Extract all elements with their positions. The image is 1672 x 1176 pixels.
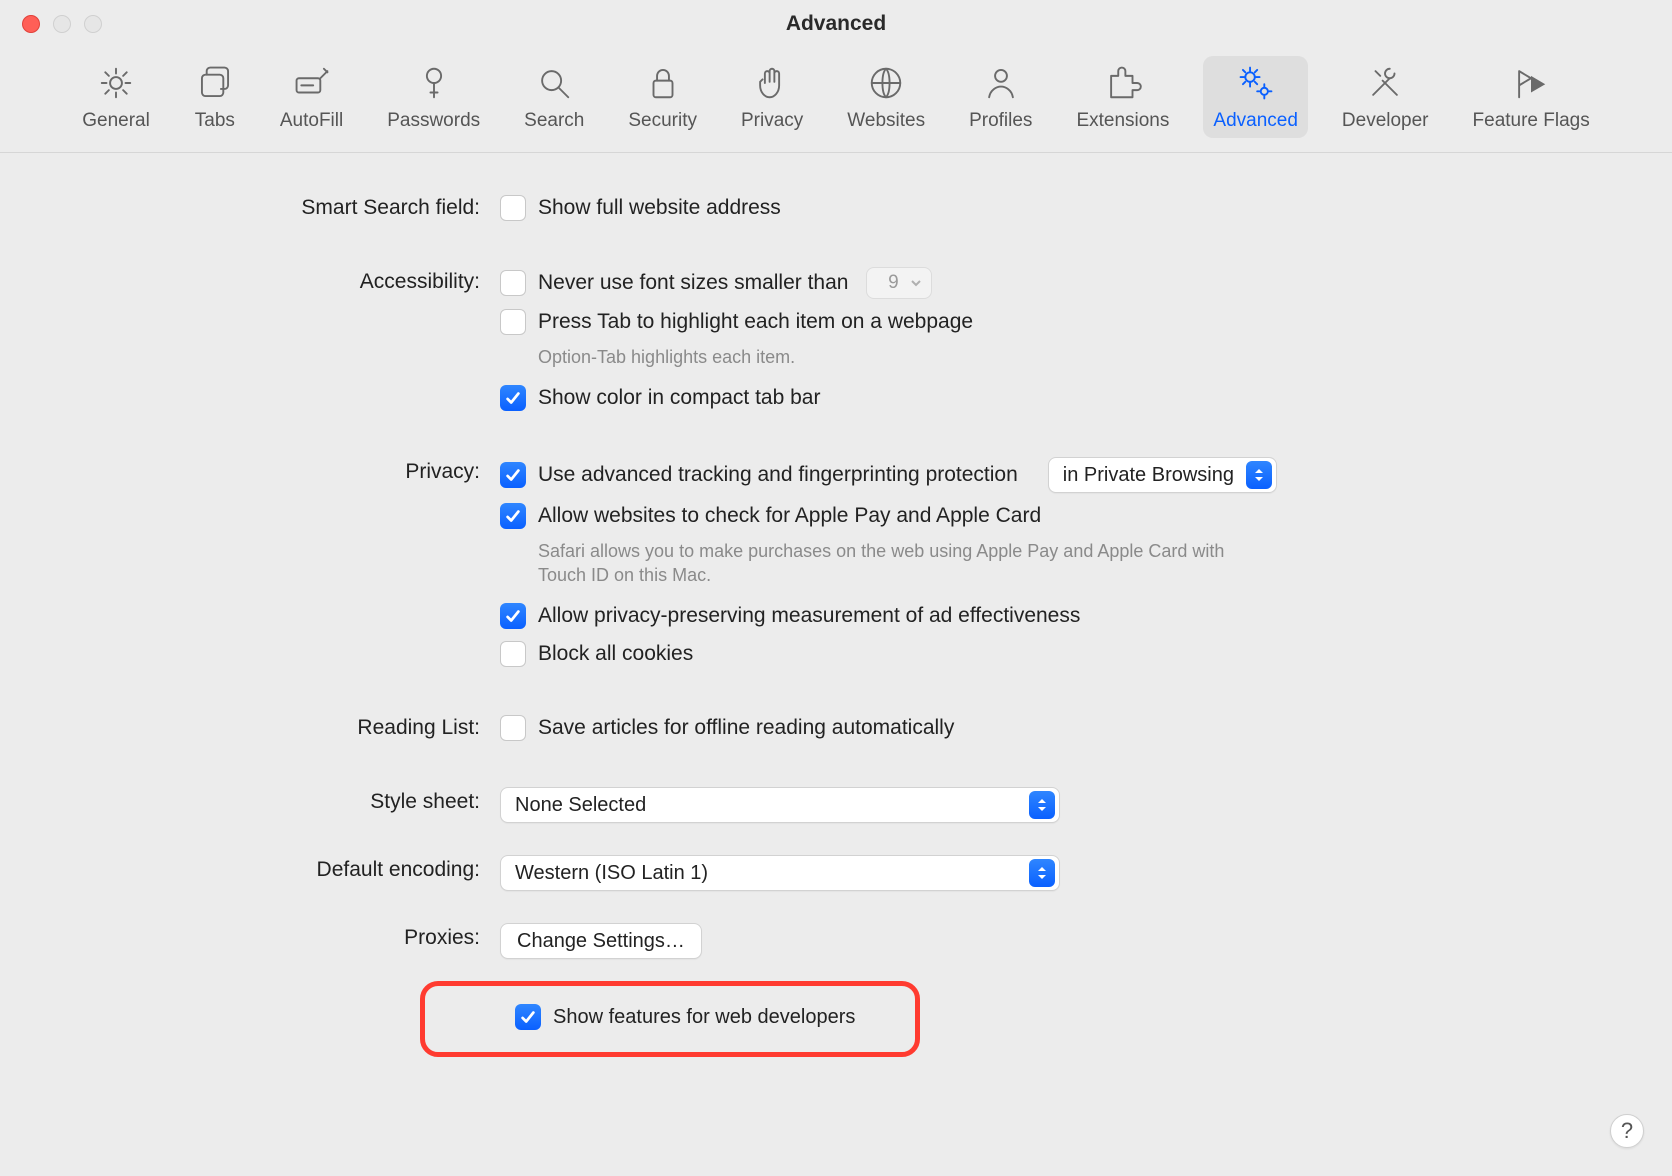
select-value: Western (ISO Latin 1) xyxy=(515,858,720,888)
toolbar-label: Advanced xyxy=(1213,110,1298,132)
globe-icon xyxy=(865,62,907,104)
toolbar-label: Search xyxy=(524,110,584,132)
help-button[interactable]: ? xyxy=(1610,1114,1644,1148)
checkbox-compact-color[interactable] xyxy=(500,385,526,411)
toolbar-item-privacy[interactable]: Privacy xyxy=(731,56,813,138)
label-style-sheet: Style sheet: xyxy=(40,787,500,817)
zoom-window-button[interactable] xyxy=(84,15,102,33)
label-dev-features: Show features for web developers xyxy=(553,1006,855,1029)
minimize-window-button[interactable] xyxy=(53,15,71,33)
checkbox-offline-reading[interactable] xyxy=(500,715,526,741)
titlebar: Advanced xyxy=(0,0,1672,48)
toolbar-label: Websites xyxy=(847,110,925,132)
toolbar-label: AutoFill xyxy=(280,110,343,132)
lock-icon xyxy=(642,62,684,104)
label-compact-color: Show color in compact tab bar xyxy=(538,383,820,413)
select-value: None Selected xyxy=(515,790,658,820)
toolbar-label: Developer xyxy=(1342,110,1429,132)
checkbox-tracking[interactable] xyxy=(500,462,526,488)
person-icon xyxy=(980,62,1022,104)
label-min-font: Never use font sizes smaller than xyxy=(538,268,848,298)
label-ad-measure: Allow privacy-preserving measurement of … xyxy=(538,601,1080,631)
toolbar-item-developer[interactable]: Developer xyxy=(1332,56,1439,138)
tabs-icon xyxy=(194,62,236,104)
select-style-sheet[interactable]: None Selected xyxy=(500,787,1060,823)
hand-icon xyxy=(751,62,793,104)
row-smart-search: Smart Search field: Show full website ad… xyxy=(40,193,1632,223)
updown-arrows-icon xyxy=(1029,859,1055,887)
page-title: Advanced xyxy=(0,12,1672,36)
checkbox-press-tab[interactable] xyxy=(500,309,526,335)
helper-applepay: Safari allows you to make purchases on t… xyxy=(538,539,1258,587)
toolbar-item-autofill[interactable]: AutoFill xyxy=(270,56,353,138)
label-block-cookies: Block all cookies xyxy=(538,639,693,669)
gear-icon xyxy=(95,62,137,104)
toolbar-label: General xyxy=(82,110,150,132)
label-default-encoding: Default encoding: xyxy=(40,855,500,885)
stepper-value: 9 xyxy=(879,268,907,298)
label-applepay: Allow websites to check for Apple Pay an… xyxy=(538,501,1041,531)
label-show-full-url: Show full website address xyxy=(538,193,781,223)
label-privacy: Privacy: xyxy=(40,457,500,487)
checkbox-show-full-url[interactable] xyxy=(500,195,526,221)
label-offline-reading: Save articles for offline reading automa… xyxy=(538,713,954,743)
select-default-encoding[interactable]: Western (ISO Latin 1) xyxy=(500,855,1060,891)
toolbar-label: Passwords xyxy=(387,110,480,132)
checkbox-dev-features[interactable] xyxy=(515,1004,541,1030)
toolbar-item-feature-flags[interactable]: Feature Flags xyxy=(1463,56,1600,138)
checkbox-block-cookies[interactable] xyxy=(500,641,526,667)
checkbox-applepay[interactable] xyxy=(500,503,526,529)
toolbar-label: Extensions xyxy=(1076,110,1169,132)
tools-icon xyxy=(1364,62,1406,104)
updown-arrows-icon xyxy=(1029,791,1055,819)
change-proxy-settings-button[interactable]: Change Settings… xyxy=(500,923,702,959)
checkbox-ad-measure[interactable] xyxy=(500,603,526,629)
toolbar-item-profiles[interactable]: Profiles xyxy=(959,56,1042,138)
checkbox-min-font[interactable] xyxy=(500,270,526,296)
row-style-sheet: Style sheet: None Selected xyxy=(40,787,1632,823)
advanced-settings-content: Smart Search field: Show full website ad… xyxy=(0,153,1672,1117)
search-icon xyxy=(533,62,575,104)
toolbar-label: Feature Flags xyxy=(1473,110,1590,132)
label-tracking: Use advanced tracking and fingerprinting… xyxy=(538,460,1018,490)
toolbar-item-passwords[interactable]: Passwords xyxy=(377,56,490,138)
label-smart-search: Smart Search field: xyxy=(40,193,500,223)
updown-arrows-icon xyxy=(1246,461,1272,489)
toolbar-label: Tabs xyxy=(195,110,235,132)
label-accessibility: Accessibility: xyxy=(40,267,500,297)
row-proxies: Proxies: Change Settings… xyxy=(40,923,1632,959)
toolbar-item-extensions[interactable]: Extensions xyxy=(1066,56,1179,138)
toolbar-item-advanced[interactable]: Advanced xyxy=(1203,56,1308,138)
toolbar-label: Profiles xyxy=(969,110,1032,132)
select-tracking-scope[interactable]: in Private Browsing xyxy=(1048,457,1277,493)
toolbar-item-search[interactable]: Search xyxy=(514,56,594,138)
window-controls xyxy=(22,15,102,33)
toolbar-item-websites[interactable]: Websites xyxy=(837,56,935,138)
toolbar-label: Security xyxy=(628,110,697,132)
row-default-encoding: Default encoding: Western (ISO Latin 1) xyxy=(40,855,1632,891)
autofill-icon xyxy=(291,62,333,104)
toolbar-item-tabs[interactable]: Tabs xyxy=(184,56,246,138)
helper-press-tab: Option-Tab highlights each item. xyxy=(538,345,1258,369)
label-press-tab: Press Tab to highlight each item on a we… xyxy=(538,307,973,337)
key-icon xyxy=(413,62,455,104)
row-privacy: Privacy: Use advanced tracking and finge… xyxy=(40,457,1632,669)
toolbar-label: Privacy xyxy=(741,110,803,132)
toolbar-item-general[interactable]: General xyxy=(72,56,160,138)
stepper-min-font[interactable]: 9 xyxy=(866,267,932,299)
label-reading-list: Reading List: xyxy=(40,713,500,743)
chevron-down-icon xyxy=(907,279,925,287)
puzzle-icon xyxy=(1102,62,1144,104)
gears-icon xyxy=(1235,62,1277,104)
row-reading-list: Reading List: Save articles for offline … xyxy=(40,713,1632,743)
flags-icon xyxy=(1510,62,1552,104)
toolbar-item-security[interactable]: Security xyxy=(618,56,707,138)
highlight-dev-features: Show features for web developers xyxy=(420,981,920,1057)
select-value: in Private Browsing xyxy=(1063,460,1246,490)
row-accessibility: Accessibility: Never use font sizes smal… xyxy=(40,267,1632,413)
label-proxies: Proxies: xyxy=(40,923,500,953)
preferences-toolbar: General Tabs AutoFill Passwords Search S… xyxy=(0,48,1672,153)
close-window-button[interactable] xyxy=(22,15,40,33)
